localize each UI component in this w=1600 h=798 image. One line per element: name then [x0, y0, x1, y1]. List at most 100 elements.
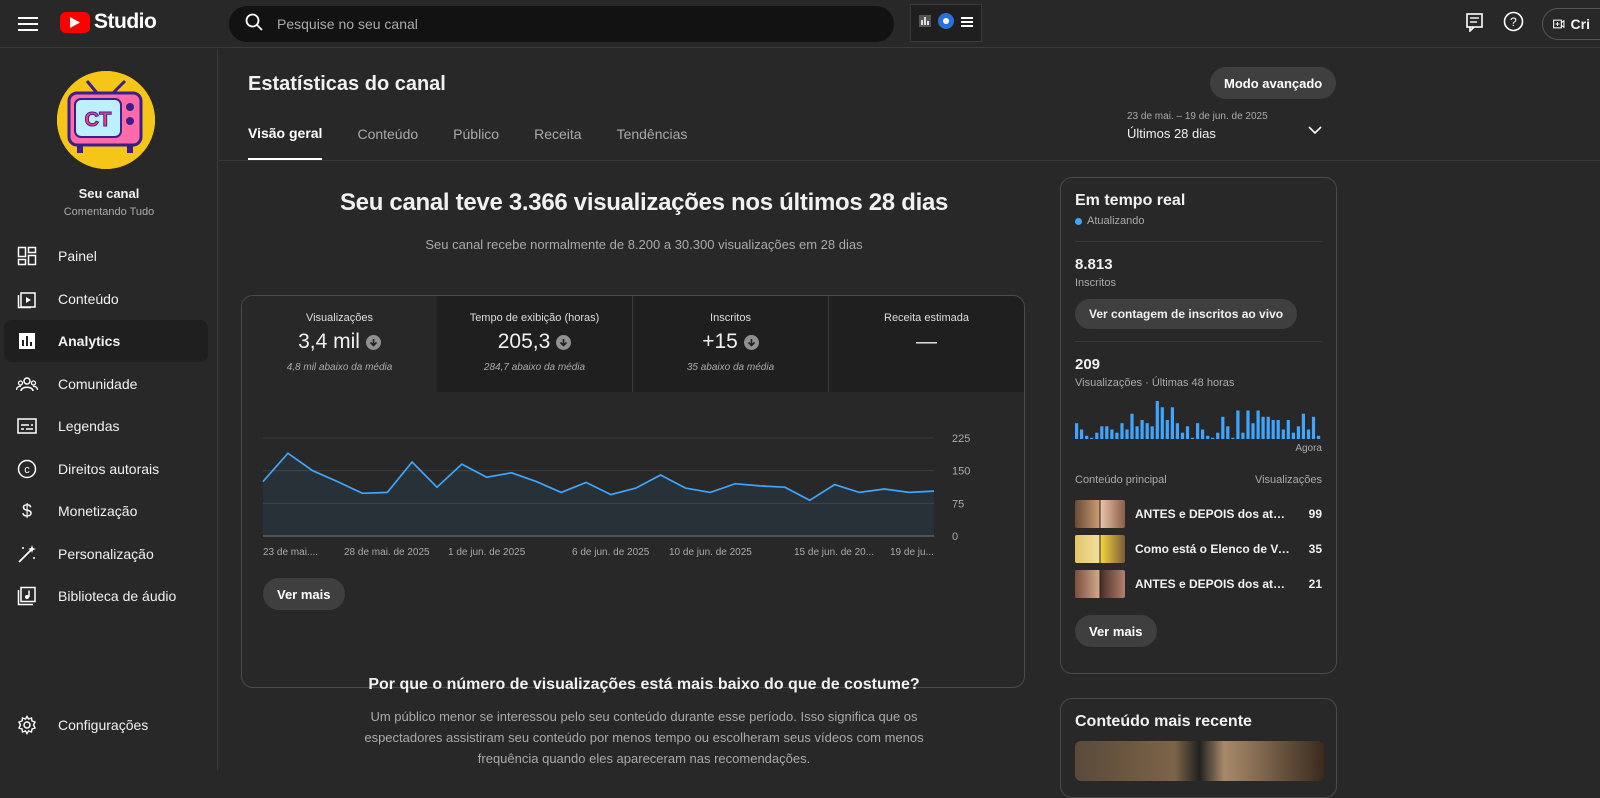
x-tick-label: 23 de mai....	[263, 547, 318, 558]
top-content-title: ANTES e DEPOIS dos atores…	[1135, 507, 1292, 521]
top-content-row[interactable]: Como está o Elenco de Vai … 35	[1075, 531, 1322, 566]
realtime-bar	[1166, 420, 1169, 439]
bar-chart-extension-icon[interactable]	[919, 14, 931, 32]
realtime-bar	[1120, 423, 1123, 439]
metric-note: 35 abaixo da média	[633, 362, 828, 373]
top-content-label: Conteúdo principal	[1075, 474, 1167, 486]
date-range-selector[interactable]: 23 de mai. – 19 de jun. de 2025 Últimos …	[1127, 111, 1332, 141]
channel-subtitle: Comentando Tudo	[0, 206, 218, 218]
realtime-bar	[1085, 436, 1088, 439]
sidebar-item-direitos-autorais[interactable]: c Direitos autorais	[4, 448, 208, 490]
sidebar-bottom: Configurações	[4, 704, 208, 747]
sidebar-item-monetizacao[interactable]: $ Monetização	[4, 490, 208, 532]
sidebar-item-label: Conteúdo	[58, 291, 119, 307]
sidebar-item-legendas[interactable]: Legendas	[4, 405, 208, 447]
list-menu-icon[interactable]	[961, 14, 973, 32]
metric-watch-time[interactable]: Tempo de exibição (horas) 205,3 284,7 ab…	[437, 296, 633, 392]
x-tick-label: 10 de jun. de 2025	[669, 547, 752, 558]
realtime-more-button[interactable]: Ver mais	[1075, 615, 1157, 647]
recent-video-thumbnail[interactable]	[1075, 741, 1324, 781]
search-bar[interactable]	[229, 6, 894, 42]
top-content-row[interactable]: ANTES e DEPOIS dos atores… 99	[1075, 496, 1322, 531]
chevron-down-icon[interactable]	[1308, 121, 1322, 139]
tab-receita[interactable]: Receita	[534, 120, 581, 160]
magic-wand-icon	[16, 543, 38, 565]
sidebar: CT Seu canal Comentando Tudo Painel Cont…	[0, 49, 218, 770]
top-content-row[interactable]: ANTES e DEPOIS dos atores… 21	[1075, 566, 1322, 601]
channel-avatar[interactable]: CT	[57, 71, 155, 169]
sidebar-item-configuracoes[interactable]: Configurações	[4, 704, 208, 746]
why-title: Por que o número de visualizações está m…	[219, 676, 1069, 694]
realtime-bar	[1191, 438, 1194, 439]
svg-text:c: c	[24, 464, 30, 476]
realtime-bar	[1287, 420, 1290, 439]
sidebar-item-label: Personalização	[58, 546, 154, 562]
tab-visao-geral[interactable]: Visão geral	[248, 120, 322, 160]
realtime-views-label: Visualizações · Últimas 48 horas	[1075, 377, 1322, 389]
realtime-bar	[1221, 417, 1224, 439]
metric-note: 4,8 mil abaixo da média	[242, 362, 437, 373]
metric-label: Visualizações	[242, 312, 437, 324]
metric-subscribers[interactable]: Inscritos +15 35 abaixo da média	[633, 296, 829, 392]
sidebar-item-analytics[interactable]: Analytics	[4, 320, 208, 362]
tab-conteudo[interactable]: Conteúdo	[357, 120, 418, 160]
metric-value: 205,3	[498, 330, 551, 354]
realtime-bar	[1312, 417, 1315, 439]
sidebar-item-personalizacao[interactable]: Personalização	[4, 533, 208, 575]
realtime-bar	[1196, 423, 1199, 439]
realtime-bar	[1226, 426, 1229, 439]
stats-card: Visualizações 3,4 mil 4,8 mil abaixo da …	[241, 295, 1025, 688]
tab-tendencias[interactable]: Tendências	[617, 120, 688, 160]
youtube-logo-icon	[60, 12, 90, 33]
realtime-title: Em tempo real	[1075, 192, 1322, 210]
metric-value: +15	[702, 330, 738, 354]
metric-label: Receita estimada	[829, 312, 1024, 324]
studio-logo[interactable]: Studio	[60, 10, 156, 34]
sidebar-item-biblioteca-audio[interactable]: Biblioteca de áudio	[4, 575, 208, 617]
channel-name: Seu canal	[0, 186, 218, 201]
realtime-bar	[1216, 433, 1219, 439]
metric-revenue[interactable]: Receita estimada —	[829, 296, 1024, 392]
chart-area	[263, 453, 934, 536]
extension-badge-icon[interactable]	[938, 13, 954, 34]
search-input[interactable]	[277, 16, 837, 32]
sidebar-item-conteudo[interactable]: Conteúdo	[4, 278, 208, 320]
date-range-text: 23 de mai. – 19 de jun. de 2025	[1127, 111, 1332, 122]
recent-content-title: Conteúdo mais recente	[1075, 713, 1322, 731]
advanced-mode-button[interactable]: Modo avançado	[1210, 67, 1336, 99]
realtime-status-text: Atualizando	[1087, 215, 1145, 227]
realtime-bar	[1115, 433, 1118, 439]
create-button[interactable]: Cri	[1542, 8, 1600, 40]
search-icon[interactable]	[245, 13, 263, 36]
metric-value: —	[916, 330, 937, 354]
top-content-views: 35	[1292, 542, 1322, 556]
feedback-icon[interactable]	[1465, 12, 1485, 37]
sidebar-item-comunidade[interactable]: Comunidade	[4, 363, 208, 405]
why-text: Um público menor se interessou pelo seu …	[334, 706, 954, 769]
realtime-bar	[1297, 426, 1300, 439]
realtime-bar	[1171, 407, 1174, 439]
tab-publico[interactable]: Público	[453, 120, 499, 160]
dollar-icon: $	[16, 500, 38, 522]
x-tick-label: 19 de ju...	[890, 547, 934, 558]
gear-icon	[16, 714, 38, 736]
realtime-bar	[1110, 430, 1113, 440]
x-tick-label: 6 de jun. de 2025	[572, 547, 650, 558]
live-dot-icon	[1075, 218, 1082, 225]
views-column-label: Visualizações	[1255, 474, 1322, 486]
sidebar-item-painel[interactable]: Painel	[4, 235, 208, 277]
sidebar-item-label: Configurações	[58, 717, 148, 733]
y-tick-label: 150	[952, 466, 970, 478]
video-plus-icon	[1553, 16, 1565, 32]
top-content-header: Conteúdo principal Visualizações	[1075, 474, 1322, 486]
realtime-bar	[1211, 438, 1214, 439]
metric-views[interactable]: Visualizações 3,4 mil 4,8 mil abaixo da …	[242, 296, 437, 392]
hamburger-menu-icon[interactable]	[16, 12, 40, 36]
live-subscriber-count-button[interactable]: Ver contagem de inscritos ao vivo	[1075, 299, 1297, 329]
realtime-bar	[1136, 426, 1139, 439]
help-icon[interactable]: ?	[1503, 11, 1524, 37]
stats-more-button[interactable]: Ver mais	[263, 578, 345, 610]
video-thumbnail	[1075, 570, 1125, 598]
realtime-bar	[1146, 423, 1149, 439]
realtime-bar	[1181, 433, 1184, 439]
